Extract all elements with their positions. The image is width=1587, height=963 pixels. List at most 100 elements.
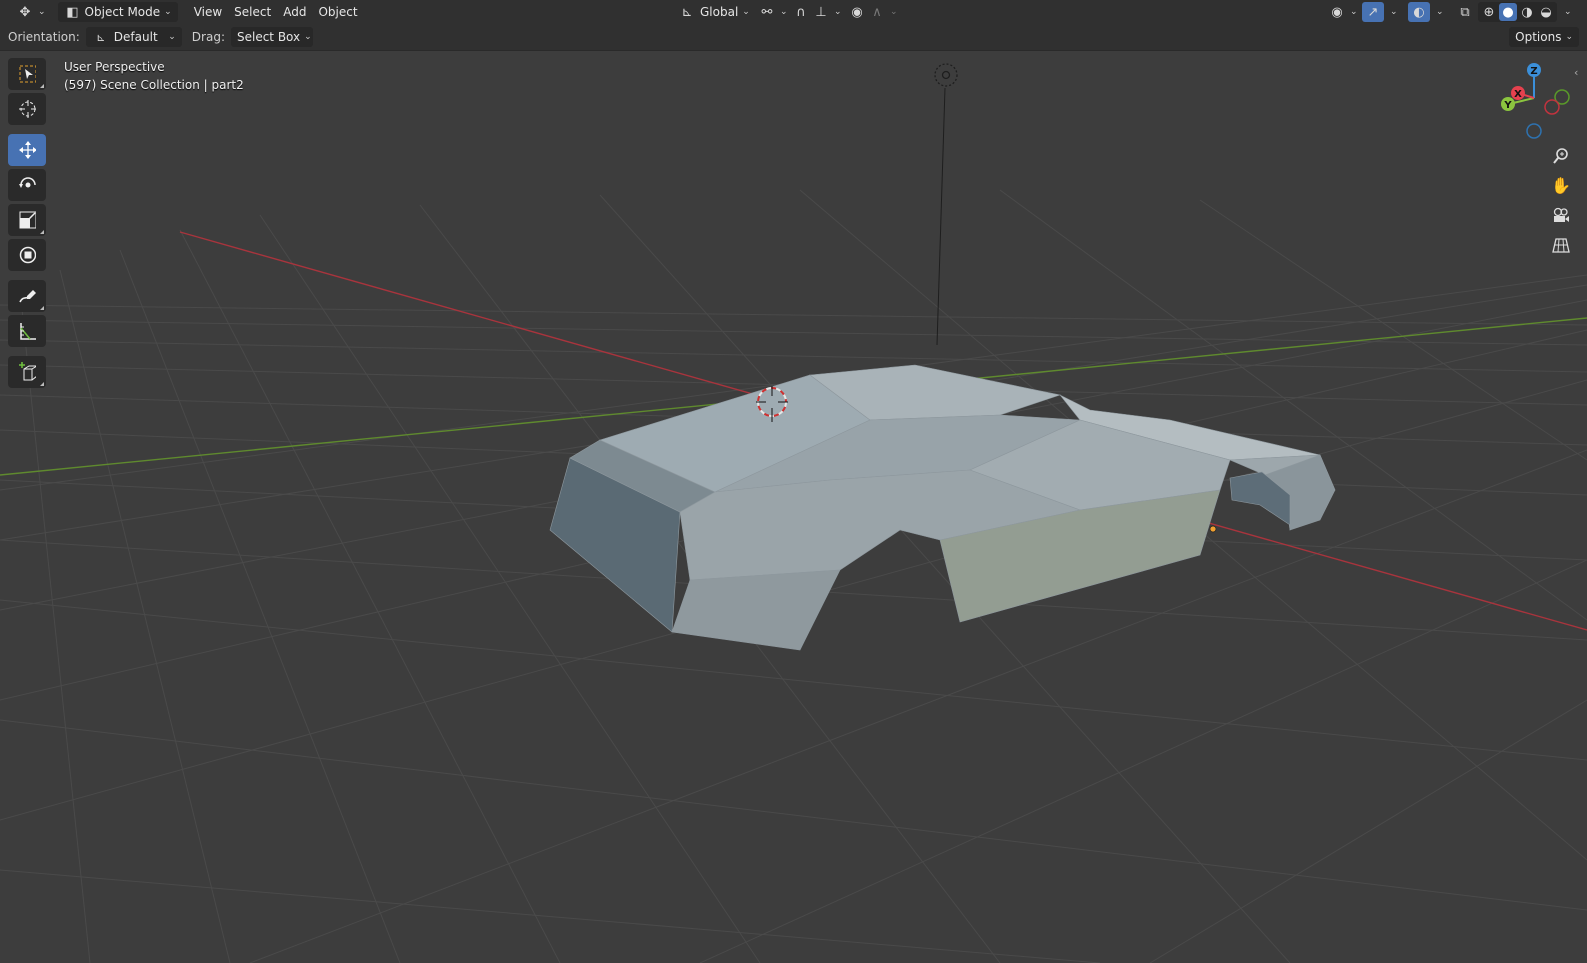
cursor-tool[interactable] xyxy=(8,93,46,125)
hand-icon: ✋ xyxy=(1551,175,1571,195)
gizmo-icon: ↗ xyxy=(1367,4,1379,20)
menu-object[interactable]: Object xyxy=(312,2,363,22)
transform-gizmo-icon: ✥ xyxy=(19,4,31,20)
orientation-label: Orientation: xyxy=(8,30,80,44)
chevron-down-icon: ⌄ xyxy=(38,7,46,17)
zoom-magnifier-icon xyxy=(1552,147,1570,165)
chevron-down-icon: ⌄ xyxy=(742,7,750,17)
car-body-mesh[interactable] xyxy=(549,364,1336,651)
collection-info: (597) Scene Collection | part2 xyxy=(64,78,244,92)
drag-label: Drag: xyxy=(191,30,225,44)
rotate-tool[interactable] xyxy=(8,169,46,201)
overlay-icon: ◐ xyxy=(1413,4,1425,20)
add-cube-tool[interactable] xyxy=(8,356,46,388)
rotate-icon xyxy=(18,176,36,194)
annotate-icon xyxy=(18,287,36,305)
viewport-header: ✥ ⌄ ◧ Object Mode ⌄ View Select Add Objec… xyxy=(0,0,1587,24)
mode-label: Object Mode xyxy=(84,5,161,19)
chevron-down-icon: ⌄ xyxy=(168,32,176,42)
editor-type-button[interactable]: ✥ ⌄ xyxy=(10,2,52,22)
light-icon[interactable] xyxy=(934,63,958,87)
mode-selector[interactable]: ◧ Object Mode ⌄ xyxy=(57,2,178,22)
chevron-down-icon: ⌄ xyxy=(164,7,172,17)
falloff-selector[interactable]: ∧ ⌄ xyxy=(862,2,904,22)
object-origin[interactable] xyxy=(1209,525,1217,533)
navigation-gizmo[interactable]: X Y Z xyxy=(1490,58,1570,143)
light-line xyxy=(936,87,946,346)
tool-variant-indicator xyxy=(40,84,44,88)
sidebar-toggle-arrow[interactable]: ‹ xyxy=(1574,66,1578,79)
measure-icon xyxy=(18,322,36,340)
move-tool[interactable] xyxy=(8,134,46,166)
cursor-icon xyxy=(18,100,36,118)
view-name: User Perspective xyxy=(64,60,165,74)
tool-variant-indicator xyxy=(40,230,44,234)
viewport-3d[interactable] xyxy=(0,0,1587,963)
perspective-toggle-button[interactable] xyxy=(1549,233,1573,257)
rendered-shading-icon[interactable]: ◒ xyxy=(1537,3,1555,21)
camera-view-button[interactable] xyxy=(1549,203,1573,227)
menu-view[interactable]: View xyxy=(188,2,228,22)
select-box-tool[interactable] xyxy=(8,58,46,90)
solid-shading-icon[interactable]: ● xyxy=(1499,3,1517,21)
scale-tool[interactable] xyxy=(8,204,46,236)
add-cube-icon xyxy=(18,362,36,381)
neg-x-axis-handle[interactable] xyxy=(1544,99,1560,115)
transform-icon xyxy=(18,246,36,264)
gizmo-dropdown[interactable]: ⌄ xyxy=(1384,2,1400,22)
zoom-button[interactable] xyxy=(1549,144,1573,168)
y-axis-label: Y xyxy=(1503,100,1512,111)
pivot-icon: ⚯ xyxy=(761,4,773,20)
menu-add[interactable]: Add xyxy=(277,2,312,22)
pan-button[interactable]: ✋ xyxy=(1549,173,1573,197)
material-shading-icon[interactable]: ◑ xyxy=(1518,3,1536,21)
chevron-down-icon: ⌄ xyxy=(304,32,312,42)
orientation-axes-icon: ⊾ xyxy=(681,4,693,20)
xray-icon: ⧉ xyxy=(1460,4,1470,20)
annotate-tool[interactable] xyxy=(8,280,46,312)
drag-value: Select Box xyxy=(236,30,301,44)
shading-dropdown[interactable]: ⌄ xyxy=(1558,2,1574,22)
options-button[interactable]: Options ⌄ xyxy=(1509,27,1579,47)
wireframe-shading-icon[interactable]: ⊕ xyxy=(1480,3,1498,21)
scale-icon xyxy=(18,211,36,229)
move-icon xyxy=(18,141,36,159)
xray-toggle[interactable]: ⧉ xyxy=(1454,2,1476,22)
grid-perspective-icon xyxy=(1552,236,1570,254)
viewport-info: User Perspective (597) Scene Collection … xyxy=(64,58,244,94)
chevron-down-icon: ⌄ xyxy=(1350,7,1358,17)
options-label: Options xyxy=(1515,30,1562,44)
transform-tool[interactable] xyxy=(8,239,46,271)
menu-select[interactable]: Select xyxy=(228,2,277,22)
snap-increment-icon: ⊥ xyxy=(815,4,827,20)
z-axis-label: Z xyxy=(1530,66,1537,77)
transform-orientation-label: Global xyxy=(700,5,739,19)
orientation-value: Default xyxy=(113,30,158,44)
measure-tool[interactable] xyxy=(8,315,46,347)
overlay-toggle[interactable]: ◐ xyxy=(1408,2,1430,22)
drag-dropdown[interactable]: Select Box ⌄ xyxy=(230,27,313,47)
chevron-down-icon: ⌄ xyxy=(1565,32,1573,42)
chevron-down-icon: ⌄ xyxy=(834,7,842,17)
visibility-eye-icon: ◉ xyxy=(1331,4,1343,20)
neg-z-axis-handle[interactable] xyxy=(1526,123,1542,139)
tool-variant-indicator xyxy=(40,306,44,310)
overlay-dropdown[interactable]: ⌄ xyxy=(1430,2,1446,22)
chevron-down-icon: ⌄ xyxy=(890,7,898,17)
gizmo-toggle[interactable]: ↗ xyxy=(1362,2,1384,22)
select-box-icon xyxy=(18,65,36,83)
orientation-dropdown[interactable]: ⊾ Default ⌄ xyxy=(85,27,182,47)
camera-icon xyxy=(1552,206,1570,224)
shading-modes: ⊕ ● ◑ ◒ xyxy=(1478,2,1557,22)
orientation-axes-icon: ⊾ xyxy=(96,30,106,44)
chevron-down-icon: ⌄ xyxy=(1390,7,1398,17)
visibility-selector[interactable]: ◉ ⌄ xyxy=(1322,2,1364,22)
object-mode-icon: ◧ xyxy=(66,4,79,20)
tool-shelf xyxy=(8,58,46,391)
falloff-icon: ∧ xyxy=(872,4,882,20)
tool-settings-bar: Orientation: ⊾ Default ⌄ Drag: Select Bo… xyxy=(0,24,1587,51)
x-axis-label: X xyxy=(1514,89,1522,100)
transform-orientation-selector[interactable]: ⊾ Global ⌄ xyxy=(672,2,756,22)
chevron-down-icon: ⌄ xyxy=(1564,7,1572,17)
chevron-down-icon: ⌄ xyxy=(1436,7,1444,17)
